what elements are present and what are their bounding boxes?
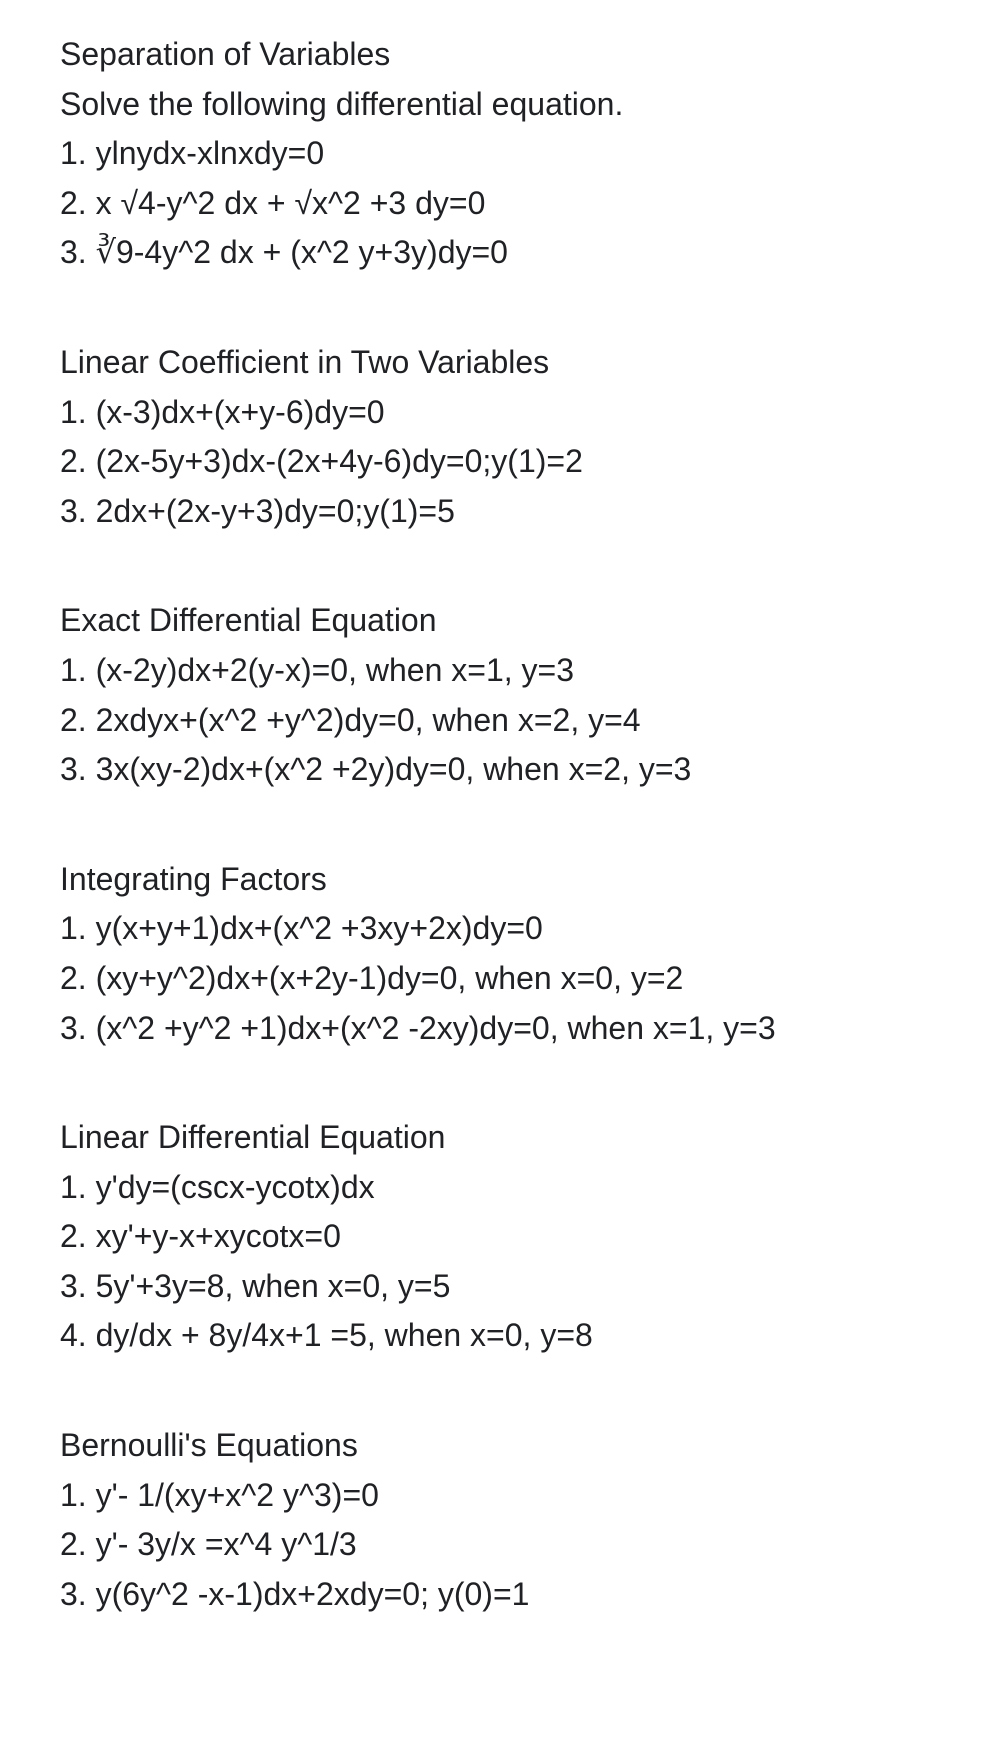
section: Bernoulli's Equations1. y'- 1/(xy+x^2 y^… <box>60 1421 942 1619</box>
problem-item: 1. (x-2y)dx+2(y-x)=0, when x=1, y=3 <box>60 646 942 696</box>
problem-item: 2. xy'+y-x+xycotx=0 <box>60 1212 942 1262</box>
problem-item: 2. (2x-5y+3)dx-(2x+4y-6)dy=0;y(1)=2 <box>60 437 942 487</box>
section-subtext: Solve the following differential equatio… <box>60 80 942 130</box>
problem-item: 2. (xy+y^2)dx+(x+2y-1)dy=0, when x=0, y=… <box>60 954 942 1004</box>
section: Linear Differential Equation1. y'dy=(csc… <box>60 1113 942 1361</box>
problem-item: 3. 3x(xy-2)dx+(x^2 +2y)dy=0, when x=2, y… <box>60 745 942 795</box>
section-heading: Exact Differential Equation <box>60 596 942 646</box>
problem-item: 1. (x-3)dx+(x+y-6)dy=0 <box>60 388 942 438</box>
problem-item: 3. 5y'+3y=8, when x=0, y=5 <box>60 1262 942 1312</box>
problem-item: 1. ylnydx-xlnxdy=0 <box>60 129 942 179</box>
problem-item: 3. y(6y^2 -x-1)dx+2xdy=0; y(0)=1 <box>60 1570 942 1620</box>
section: Integrating Factors1. y(x+y+1)dx+(x^2 +3… <box>60 855 942 1053</box>
problem-item: 2. x √4-y^2 dx + √x^2 +3 dy=0 <box>60 179 942 229</box>
section-heading: Integrating Factors <box>60 855 942 905</box>
section-heading: Separation of Variables <box>60 30 942 80</box>
section-heading: Linear Differential Equation <box>60 1113 942 1163</box>
section-heading: Bernoulli's Equations <box>60 1421 942 1471</box>
document-content: Separation of VariablesSolve the followi… <box>60 30 942 1619</box>
problem-item: 3. 2dx+(2x-y+3)dy=0;y(1)=5 <box>60 487 942 537</box>
section: Separation of VariablesSolve the followi… <box>60 30 942 278</box>
problem-item: 3. ∛9-4y^2 dx + (x^2 y+3y)dy=0 <box>60 228 942 278</box>
problem-item: 2. 2xdyx+(x^2 +y^2)dy=0, when x=2, y=4 <box>60 696 942 746</box>
problem-item: 1. y(x+y+1)dx+(x^2 +3xy+2x)dy=0 <box>60 904 942 954</box>
section-heading: Linear Coefficient in Two Variables <box>60 338 942 388</box>
problem-item: 3. (x^2 +y^2 +1)dx+(x^2 -2xy)dy=0, when … <box>60 1004 942 1054</box>
problem-item: 4. dy/dx + 8y/4x+1 =5, when x=0, y=8 <box>60 1311 942 1361</box>
problem-item: 1. y'dy=(cscx-ycotx)dx <box>60 1163 942 1213</box>
section: Exact Differential Equation1. (x-2y)dx+2… <box>60 596 942 794</box>
problem-item: 1. y'- 1/(xy+x^2 y^3)=0 <box>60 1471 942 1521</box>
section: Linear Coefficient in Two Variables1. (x… <box>60 338 942 536</box>
problem-item: 2. y'- 3y/x =x^4 y^1/3 <box>60 1520 942 1570</box>
